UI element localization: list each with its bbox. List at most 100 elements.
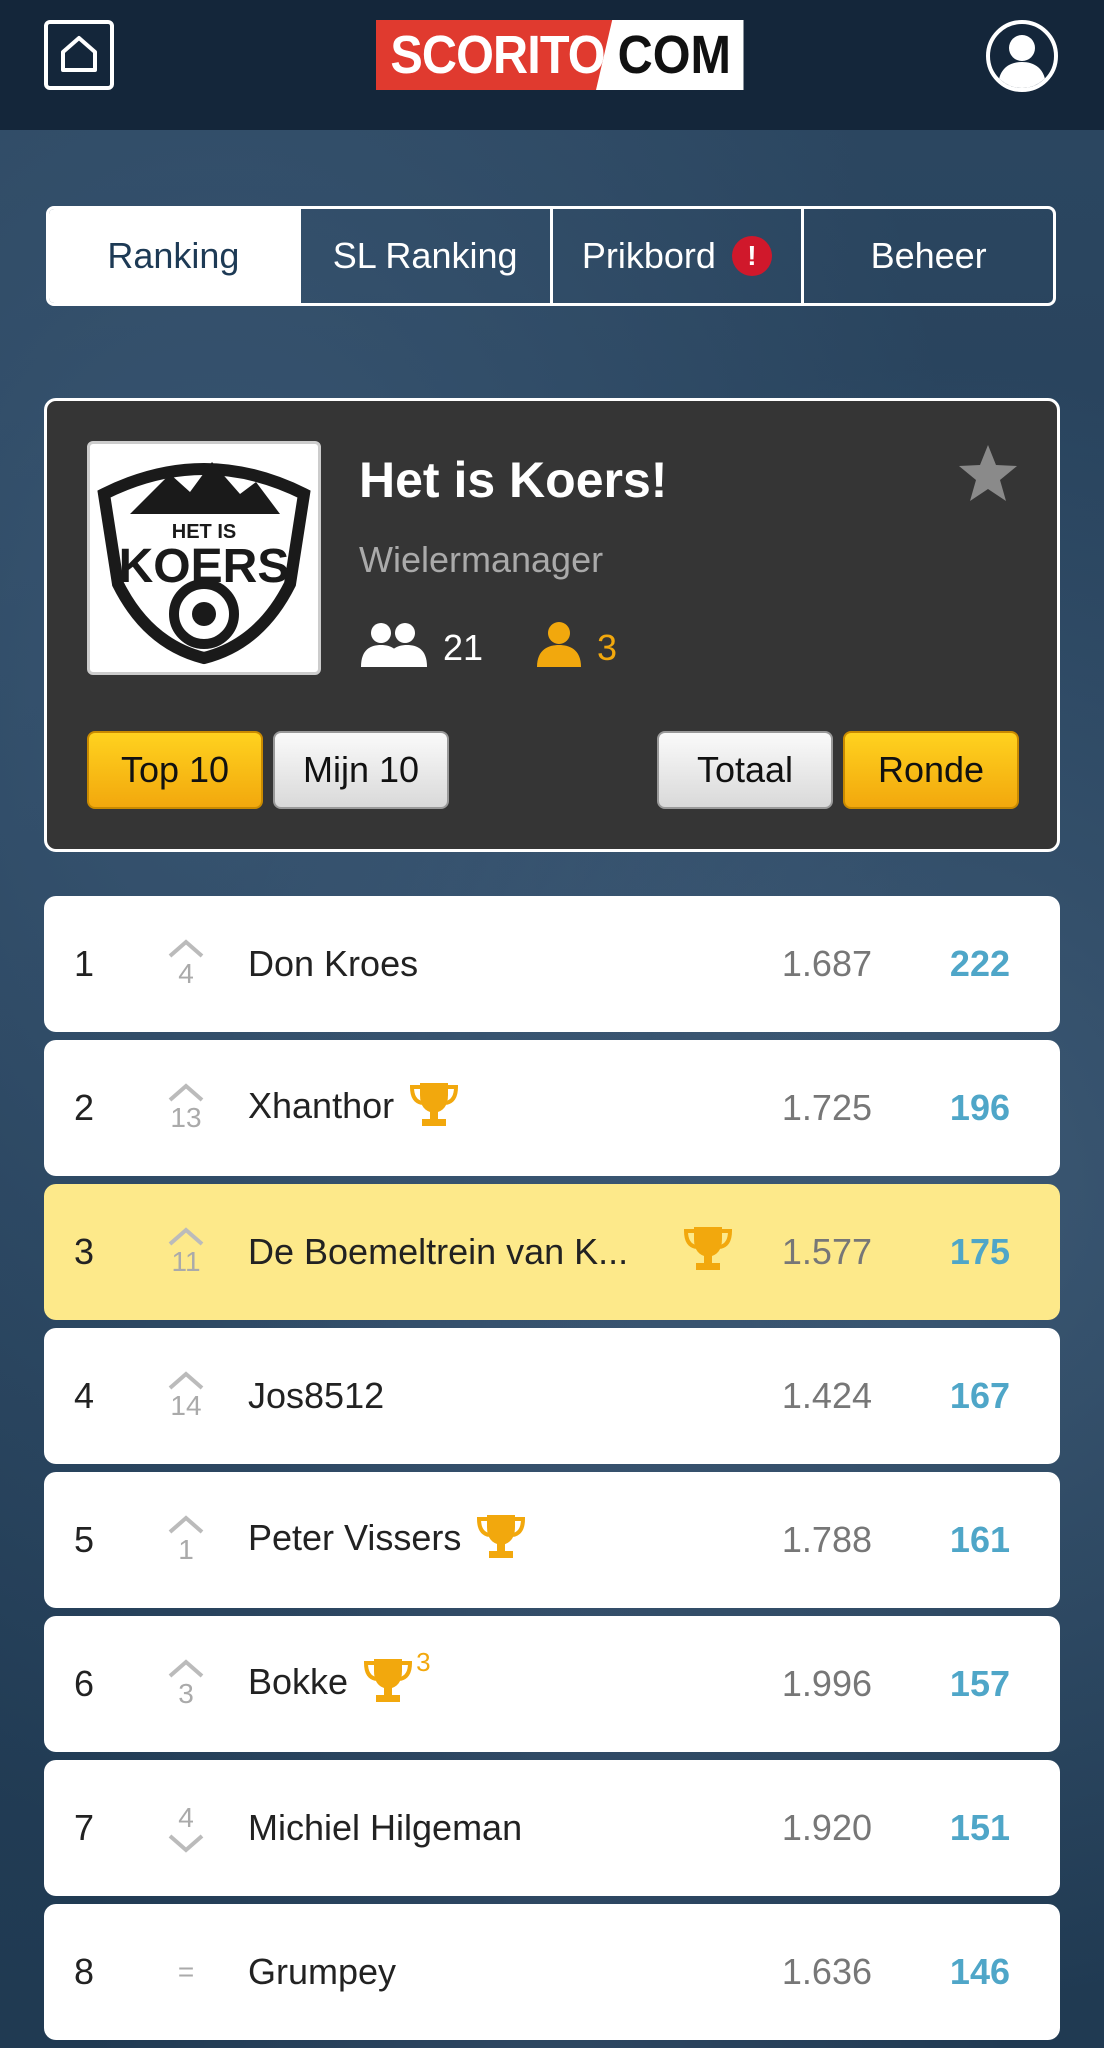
player-name-text: Jos8512 bbox=[248, 1375, 385, 1416]
ranking-row[interactable]: 3 11 De Boemeltrein van K... 1.577 175 bbox=[44, 1184, 1060, 1320]
top10-button[interactable]: Top 10 bbox=[87, 731, 263, 809]
tab-sl-ranking[interactable]: SL Ranking bbox=[297, 209, 550, 303]
star-icon[interactable] bbox=[957, 443, 1019, 508]
rank-change: 13 bbox=[170, 1102, 202, 1133]
ranking-row[interactable]: 4 14 Jos8512 1.424 167 bbox=[44, 1328, 1060, 1464]
ranking-row[interactable]: 1 4 Don Kroes 1.687 222 bbox=[44, 896, 1060, 1032]
rank-change: 4 bbox=[178, 1802, 194, 1833]
total-points: 1.577 bbox=[781, 1231, 872, 1272]
rank-movement: = bbox=[160, 1956, 212, 1988]
rank-number: 2 bbox=[74, 1087, 95, 1128]
trophy-count: 3 bbox=[416, 1646, 431, 1677]
round-score: 157 bbox=[949, 1663, 1010, 1704]
ranking-row[interactable]: 2 13 Xhanthor 1.725 196 bbox=[44, 1040, 1060, 1176]
player-name: Bokke 3 bbox=[248, 1647, 431, 1712]
player-name-text: De Boemeltrein van K... bbox=[248, 1231, 629, 1272]
rank-movement: 4 bbox=[160, 938, 212, 990]
rank-number: 4 bbox=[74, 1375, 95, 1416]
player-name: Peter Vissers bbox=[248, 1513, 526, 1568]
player-name: Michiel Hilgeman bbox=[248, 1807, 522, 1849]
rank-change: = bbox=[177, 1956, 195, 1987]
move-up-icon bbox=[160, 938, 212, 958]
player-name: Grumpey bbox=[248, 1951, 396, 1993]
user-avatar-icon[interactable] bbox=[986, 20, 1058, 92]
rank-movement: 4 bbox=[160, 1802, 212, 1854]
player-name: Jos8512 bbox=[248, 1375, 384, 1417]
rank-number: 6 bbox=[74, 1663, 95, 1704]
league-logo: HET IS KOERS bbox=[87, 441, 321, 675]
player-name-text: Don Kroes bbox=[248, 943, 419, 984]
mine10-button[interactable]: Mijn 10 bbox=[273, 731, 449, 809]
tab-ranking[interactable]: Ranking bbox=[49, 209, 298, 303]
total-points: 1.636 bbox=[781, 1951, 872, 1992]
total-points: 1.424 bbox=[781, 1375, 872, 1416]
alert-icon: ! bbox=[731, 236, 772, 276]
ranking-row[interactable]: 7 4 Michiel Hilgeman 1.920 151 bbox=[44, 1760, 1060, 1896]
total-points: 1.725 bbox=[781, 1087, 872, 1128]
rank-change: 14 bbox=[170, 1390, 202, 1421]
tab-prikbord[interactable]: Prikbord ! bbox=[549, 209, 802, 303]
rank-movement: 13 bbox=[160, 1082, 212, 1134]
top-bar: SCORITO COM bbox=[0, 0, 1104, 130]
league-logo-main: KOERS bbox=[119, 540, 290, 593]
round-score: 175 bbox=[949, 1231, 1010, 1272]
player-name: Xhanthor bbox=[248, 1081, 459, 1136]
members-icon bbox=[359, 619, 431, 676]
player-name-text: Bokke bbox=[248, 1660, 349, 1702]
tab-beheer[interactable]: Beheer bbox=[801, 209, 1053, 303]
player-name: Don Kroes bbox=[248, 943, 418, 985]
rank-change: 11 bbox=[171, 1246, 201, 1277]
league-stats: 21 3 bbox=[359, 619, 617, 676]
total-points: 1.996 bbox=[781, 1663, 872, 1704]
rank-number: 3 bbox=[74, 1231, 95, 1272]
move-down-icon bbox=[160, 1834, 212, 1854]
move-up-icon bbox=[160, 1658, 212, 1678]
league-subtitle: Wielermanager bbox=[359, 539, 604, 580]
move-up-icon bbox=[160, 1514, 212, 1534]
total-button[interactable]: Totaal bbox=[657, 731, 833, 809]
rank-number: 7 bbox=[74, 1807, 95, 1848]
ranking-row[interactable]: 8 = Grumpey 1.636 146 bbox=[44, 1904, 1060, 2040]
rank-change: 1 bbox=[178, 1534, 194, 1565]
round-score: 161 bbox=[949, 1519, 1010, 1560]
rank-number: 8 bbox=[74, 1951, 95, 1992]
round-score: 146 bbox=[949, 1951, 1010, 1992]
round-score: 222 bbox=[949, 943, 1010, 984]
tab-ranking-label: Ranking bbox=[107, 235, 240, 276]
player-name-text: Peter Vissers bbox=[248, 1516, 462, 1558]
player-name-text: Xhanthor bbox=[248, 1084, 395, 1126]
rank-number: 1 bbox=[74, 943, 95, 984]
trophy-icon bbox=[683, 1225, 733, 1280]
trophy-icon: 3 bbox=[364, 1647, 431, 1712]
rank-movement: 1 bbox=[160, 1514, 212, 1566]
tab-bar: Ranking SL Ranking Prikbord ! Beheer bbox=[46, 206, 1056, 306]
logo-left-text: SCORITO bbox=[376, 20, 623, 90]
ranking-row[interactable]: 6 3 Bokke 3 1.996 157 bbox=[44, 1616, 1060, 1752]
tab-beheer-label: Beheer bbox=[870, 235, 987, 276]
admin-icon bbox=[535, 619, 583, 676]
league-title: Het is Koers! bbox=[359, 452, 668, 508]
tab-prikbord-label: Prikbord bbox=[581, 235, 716, 276]
trophy-icon bbox=[410, 1081, 459, 1136]
home-icon[interactable] bbox=[44, 20, 114, 90]
league-card: HET IS KOERS Het is Koers! Wielermanager… bbox=[44, 398, 1060, 852]
rank-movement: 11 bbox=[160, 1226, 212, 1278]
round-button[interactable]: Ronde bbox=[843, 731, 1019, 809]
round-score: 196 bbox=[949, 1087, 1010, 1128]
scorito-logo[interactable]: SCORITO COM bbox=[376, 20, 744, 90]
trophy-icon bbox=[477, 1513, 526, 1568]
rank-change: 4 bbox=[178, 958, 194, 989]
rank-change: 3 bbox=[178, 1678, 194, 1709]
move-up-icon bbox=[160, 1082, 212, 1102]
player-name: De Boemeltrein van K... bbox=[248, 1231, 688, 1273]
total-points: 1.687 bbox=[781, 943, 872, 984]
ranking-row[interactable]: 5 1 Peter Vissers 1.788 161 bbox=[44, 1472, 1060, 1608]
tab-sl-ranking-label: SL Ranking bbox=[332, 235, 518, 276]
move-up-icon bbox=[160, 1226, 212, 1246]
round-score: 167 bbox=[949, 1375, 1010, 1416]
admin-count: 3 bbox=[597, 626, 618, 668]
total-points: 1.788 bbox=[781, 1519, 872, 1560]
round-score: 151 bbox=[949, 1807, 1010, 1848]
move-up-icon bbox=[160, 1370, 212, 1390]
rank-movement: 14 bbox=[160, 1370, 212, 1422]
